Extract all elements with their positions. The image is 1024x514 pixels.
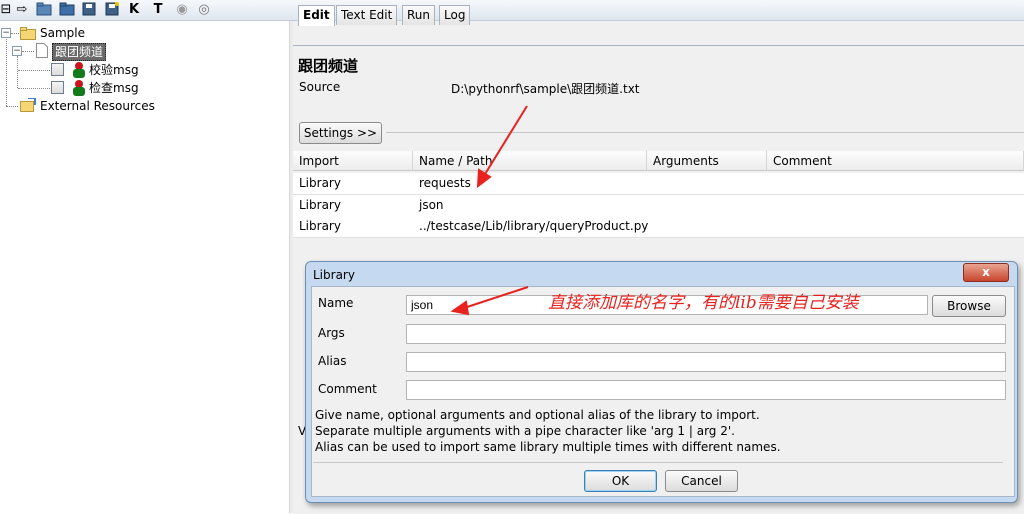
arrow-to-requests [481, 105, 528, 180]
arrow-head [450, 300, 470, 316]
arrow-head [476, 168, 492, 189]
annotation-arrows [450, 105, 529, 316]
arrow-to-json [460, 286, 529, 310]
